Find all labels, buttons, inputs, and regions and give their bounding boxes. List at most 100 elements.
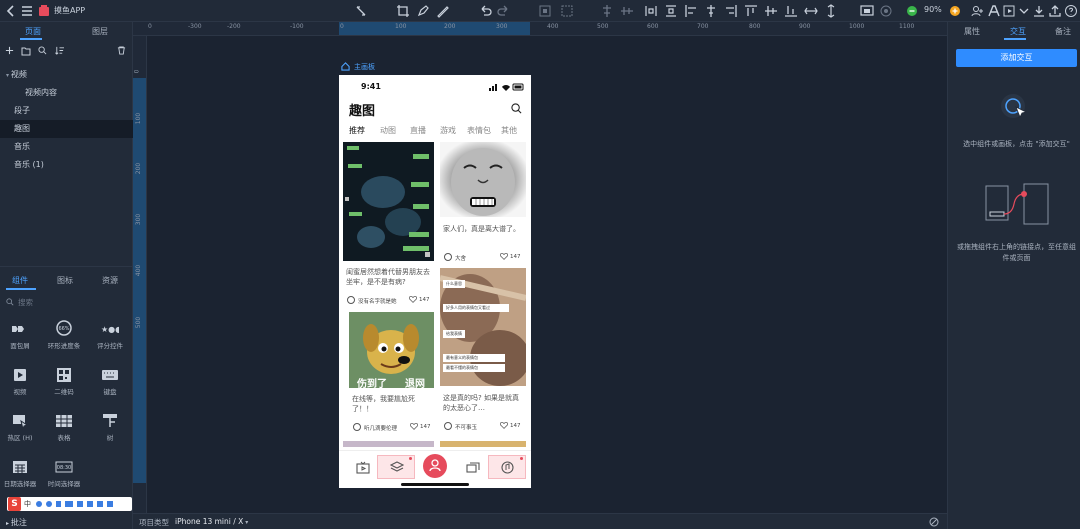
- component-video[interactable]: 视频: [0, 367, 40, 396]
- align-middle-icon[interactable]: [620, 4, 634, 18]
- svg-text:★●●: ★●●: [101, 325, 119, 334]
- pencil-icon[interactable]: [436, 4, 450, 18]
- screen-icon[interactable]: [860, 4, 874, 18]
- tab-pages[interactable]: 页面: [25, 26, 41, 37]
- component-ring-progress[interactable]: 66% 环形进度条: [44, 319, 84, 350]
- tab-icons[interactable]: 图标: [57, 275, 73, 286]
- share-icon[interactable]: [1048, 4, 1062, 18]
- component-label: 评分控件: [97, 342, 123, 350]
- search-icon[interactable]: [511, 103, 522, 114]
- component-date-picker[interactable]: 日期选择器: [0, 459, 40, 488]
- add-page-icon[interactable]: [5, 46, 14, 55]
- home-icon: [341, 62, 350, 71]
- profile-button[interactable]: [423, 454, 447, 478]
- page-item[interactable]: 视频内容: [0, 84, 133, 102]
- component-tree[interactable]: 树: [90, 413, 130, 442]
- heart-icon[interactable]: [409, 296, 417, 303]
- chevron-down-icon[interactable]: [1017, 4, 1031, 18]
- component-breadcrumb[interactable]: 面包屑: [0, 321, 40, 350]
- align-top-icon[interactable]: [744, 4, 758, 18]
- zoom-out-icon[interactable]: [905, 4, 919, 18]
- distribute-h-icon[interactable]: [644, 4, 658, 18]
- align-left-icon[interactable]: [684, 4, 698, 18]
- home-tv-icon[interactable]: [356, 461, 370, 474]
- design-canvas[interactable]: [147, 36, 947, 513]
- zoom-level[interactable]: 90%: [924, 5, 942, 14]
- disable-icon[interactable]: [929, 517, 939, 527]
- align-center-icon[interactable]: [600, 4, 614, 18]
- page-item[interactable]: 音乐: [0, 138, 133, 156]
- tab-notes[interactable]: 备注: [1055, 26, 1071, 37]
- ai-icon[interactable]: [987, 4, 1001, 18]
- redo-icon[interactable]: [497, 4, 511, 18]
- group-icon[interactable]: [538, 4, 552, 18]
- nav-item-layers[interactable]: [377, 455, 415, 479]
- heart-icon[interactable]: [500, 422, 508, 429]
- cards-icon[interactable]: [466, 462, 480, 474]
- tab-games[interactable]: 游戏: [440, 125, 456, 136]
- undo-icon[interactable]: [478, 4, 492, 18]
- tab-resources[interactable]: 资源: [102, 275, 118, 286]
- tab-recommend[interactable]: 推荐: [349, 125, 365, 136]
- ungroup-icon[interactable]: [560, 4, 574, 18]
- zoom-in-icon[interactable]: [948, 4, 962, 18]
- distribute-v-icon[interactable]: [664, 4, 678, 18]
- card-author: 听几滴要伦理: [364, 426, 398, 432]
- component-qrcode[interactable]: 二维码: [44, 367, 84, 396]
- crop-icon[interactable]: [396, 4, 410, 18]
- page-item[interactable]: 段子: [0, 102, 133, 120]
- ime-toolbar[interactable]: S 中: [7, 497, 132, 511]
- comments-label[interactable]: ▸ 批注: [6, 517, 27, 528]
- ime-mode: 中: [24, 500, 31, 508]
- phone-artboard[interactable]: 9:41 趣图 推荐 动图 直播 游戏 表情包 其他 闺蜜居然想着代替男朋友去坐…: [339, 75, 531, 488]
- nav-item-music[interactable]: [488, 455, 526, 479]
- device-select[interactable]: iPhone 13 mini / X ▾: [175, 517, 248, 526]
- user-add-icon[interactable]: [970, 4, 984, 18]
- trash-icon[interactable]: [117, 46, 126, 55]
- page-item[interactable]: ▾ 视频: [0, 66, 133, 84]
- pen-icon[interactable]: [416, 4, 430, 18]
- download-icon[interactable]: [1032, 4, 1046, 18]
- target-icon[interactable]: [879, 4, 893, 18]
- align-bottom-icon[interactable]: [784, 4, 798, 18]
- search-icon[interactable]: [38, 46, 47, 55]
- tab-interaction[interactable]: 交互: [1010, 26, 1026, 37]
- component-keyboard[interactable]: 键盘: [90, 367, 130, 396]
- tab-gif[interactable]: 动图: [380, 125, 396, 136]
- tab-properties[interactable]: 属性: [964, 26, 980, 37]
- space-v-icon[interactable]: [824, 4, 838, 18]
- card-image-dog[interactable]: 伤到了 退网: [349, 312, 434, 388]
- tab-live[interactable]: 直播: [410, 125, 426, 136]
- help-icon[interactable]: [1064, 4, 1078, 18]
- time-picker-icon: 08:30: [55, 459, 73, 475]
- component-search[interactable]: 搜索: [4, 295, 129, 309]
- card-image-chat[interactable]: [343, 142, 434, 261]
- tab-stickers[interactable]: 表情包: [467, 125, 491, 136]
- back-icon[interactable]: [4, 4, 18, 18]
- tab-layers[interactable]: 图层: [92, 26, 108, 37]
- heart-icon[interactable]: [500, 253, 508, 260]
- page-item-selected[interactable]: 趣图: [0, 120, 133, 138]
- menu-icon[interactable]: [20, 4, 34, 18]
- card-image-chat-photo[interactable]: 什么意思 好多人用的表情包又看过 给我表情 最有意义的表情包 最看不懂的表情包: [440, 268, 526, 386]
- align-right-icon[interactable]: [724, 4, 738, 18]
- sort-icon[interactable]: [55, 46, 64, 55]
- align-vmiddle-icon[interactable]: [764, 4, 778, 18]
- add-interaction-button[interactable]: 添加交互: [956, 49, 1077, 67]
- play-icon[interactable]: [1003, 4, 1017, 18]
- tab-components[interactable]: 组件: [12, 275, 28, 286]
- card-image-meme-face[interactable]: [440, 142, 526, 217]
- ruler-tick: 700: [697, 23, 709, 30]
- board-label[interactable]: 主画板: [354, 62, 375, 72]
- tab-other[interactable]: 其他: [501, 125, 517, 136]
- component-rating[interactable]: ★●● 评分控件: [90, 321, 130, 350]
- add-folder-icon[interactable]: [21, 46, 31, 56]
- heart-icon[interactable]: [410, 423, 418, 430]
- component-table[interactable]: 表格: [44, 413, 84, 442]
- component-time-picker[interactable]: 08:30 时间选择器: [44, 459, 84, 488]
- page-item[interactable]: 音乐 (1): [0, 156, 133, 174]
- component-hotspot[interactable]: 热区 (H): [0, 413, 40, 442]
- connect-icon[interactable]: [354, 4, 368, 18]
- align-hcenter-icon[interactable]: [704, 4, 718, 18]
- space-icon[interactable]: [804, 4, 818, 18]
